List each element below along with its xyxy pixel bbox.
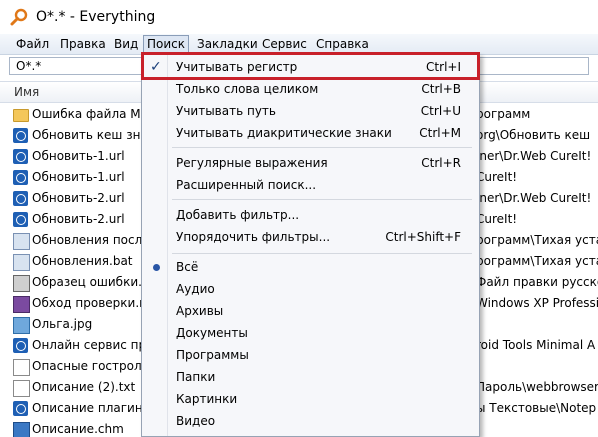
menu-item-label: Документы bbox=[176, 326, 248, 340]
url-icon bbox=[13, 170, 28, 185]
menu-separator bbox=[172, 199, 472, 200]
menu-item-label: Папки bbox=[176, 370, 216, 384]
menu-separator bbox=[172, 253, 472, 254]
menu-item-advanced-search[interactable]: Расширенный поиск... bbox=[142, 174, 479, 196]
menu-item-filter-all[interactable]: Всё bbox=[142, 256, 479, 278]
file-path: ы Текстовые\Notep bbox=[476, 401, 597, 415]
file-path: рограмм\Тихая уста bbox=[476, 254, 598, 268]
menu-tools[interactable]: Сервис bbox=[259, 36, 310, 52]
menu-item-add-filter[interactable]: Добавить фильтр... bbox=[142, 204, 479, 226]
menu-item-label: Архивы bbox=[176, 304, 224, 318]
file-name: Ольга.jpg bbox=[32, 317, 93, 331]
menu-item-filter-folders[interactable]: Папки bbox=[142, 366, 479, 388]
menu-item-filter-documents[interactable]: Документы bbox=[142, 322, 479, 344]
menu-item-label: Добавить фильтр... bbox=[176, 208, 300, 222]
url-icon bbox=[13, 191, 28, 206]
file-path: Windows XP Professi bbox=[476, 296, 598, 310]
menu-item-label: Только слова целиком bbox=[176, 82, 319, 96]
file-path: org\Обновить кеш bbox=[476, 128, 591, 142]
column-header-name[interactable]: Имя bbox=[14, 85, 39, 99]
file-name: Онлайн сервис пр bbox=[32, 338, 147, 352]
file-name: Обновить-2.url bbox=[32, 212, 125, 226]
menu-item-filter-programs[interactable]: Программы bbox=[142, 344, 479, 366]
menu-item-label: Регулярные выражения bbox=[176, 156, 328, 170]
menu-file[interactable]: Файл bbox=[13, 36, 52, 52]
menu-item-label: Программы bbox=[176, 348, 249, 362]
file-path: roid Tools Minimal A bbox=[476, 338, 596, 352]
menu-item-shortcut: Ctrl+M bbox=[419, 126, 461, 140]
menu-item-shortcut: Ctrl+U bbox=[420, 104, 461, 118]
menu-item-shortcut: Ctrl+R bbox=[421, 156, 461, 170]
file-path: рограмм\Тихая уста bbox=[476, 233, 598, 247]
menu-item-filter-video[interactable]: Видео bbox=[142, 410, 479, 432]
menu-item-regex[interactable]: Регулярные выражения Ctrl+R bbox=[142, 152, 479, 174]
file-path: iner\Dr.Web CureIt! bbox=[476, 149, 592, 163]
file-name: Обход проверки.r bbox=[32, 296, 145, 310]
menu-item-label: Расширенный поиск... bbox=[176, 178, 317, 192]
file-name: Опасные гострол bbox=[32, 359, 142, 373]
menu-item-label: Упорядочить фильтры... bbox=[176, 230, 331, 244]
title-bar: O*.* - Everything bbox=[0, 0, 598, 34]
file-name: Описание.chm bbox=[32, 422, 124, 436]
menu-help[interactable]: Справка bbox=[313, 36, 372, 52]
menu-item-match-path[interactable]: Учитывать путь Ctrl+U bbox=[142, 100, 479, 122]
menu-item-filter-audio[interactable]: Аудио bbox=[142, 278, 479, 300]
url-icon bbox=[13, 212, 28, 227]
url-icon bbox=[13, 338, 28, 353]
file-name: Обновления посл bbox=[32, 233, 143, 247]
menu-edit[interactable]: Правка bbox=[57, 36, 109, 52]
menu-item-shortcut: Ctrl+Shift+F bbox=[385, 230, 461, 244]
chm-file-icon bbox=[13, 422, 30, 437]
menu-bookmarks[interactable]: Закладки bbox=[194, 36, 261, 52]
url-icon bbox=[13, 128, 28, 143]
file-path: Файл правки русско bbox=[476, 275, 598, 289]
txt-file-icon bbox=[13, 359, 30, 376]
file-name: Описание плагино bbox=[32, 401, 151, 415]
file-path: CureIt! bbox=[476, 170, 518, 184]
menu-item-label: Всё bbox=[176, 260, 199, 274]
file-name: Описание (2).txt bbox=[32, 380, 136, 394]
folder-icon bbox=[13, 109, 29, 122]
file-name: Обновить-1.url bbox=[32, 170, 125, 184]
menu-item-label: Учитывать диакритические знаки bbox=[176, 126, 392, 140]
magnifier-icon bbox=[10, 8, 28, 26]
file-path: рограмм bbox=[476, 107, 531, 121]
window-title: O*.* - Everything bbox=[36, 9, 156, 25]
menu-item-label: Учитывать путь bbox=[176, 104, 276, 118]
file-name: Обновить-1.url bbox=[32, 149, 125, 163]
menu-item-filter-archives[interactable]: Архивы bbox=[142, 300, 479, 322]
file-path: Пароль\webbrowser bbox=[476, 380, 598, 394]
menu-item-whole-words[interactable]: Только слова целиком Ctrl+B bbox=[142, 78, 479, 100]
file-name: Ошибка файла MS bbox=[32, 107, 149, 121]
menu-separator bbox=[172, 147, 472, 148]
highlight-annotation bbox=[141, 52, 480, 80]
menu-search[interactable]: Поиск bbox=[143, 35, 190, 53]
generic-file-icon bbox=[13, 233, 30, 250]
menu-item-match-diacritics[interactable]: Учитывать диакритические знаки Ctrl+M bbox=[142, 122, 479, 144]
bat-file-icon bbox=[13, 254, 30, 271]
menu-item-label: Картинки bbox=[176, 392, 238, 406]
txt-file-icon bbox=[13, 380, 30, 397]
menu-item-filter-pictures[interactable]: Картинки bbox=[142, 388, 479, 410]
file-path: iner\Dr.Web CureIt! bbox=[476, 191, 592, 205]
rar-file-icon bbox=[13, 296, 30, 313]
radio-dot-icon bbox=[153, 264, 160, 271]
url-icon bbox=[13, 401, 28, 416]
search-dropdown-menu: ✓ Учитывать регистр Ctrl+I Только слова … bbox=[141, 53, 480, 437]
file-name: Обновить-2.url bbox=[32, 191, 125, 205]
menu-view[interactable]: Вид bbox=[111, 36, 141, 52]
menu-item-label: Аудио bbox=[176, 282, 215, 296]
url-icon bbox=[13, 149, 28, 164]
file-name: Обновления.bat bbox=[32, 254, 133, 268]
file-name: Обновить кеш зна bbox=[32, 128, 148, 142]
jpg-file-icon bbox=[13, 317, 30, 334]
bmp-file-icon bbox=[13, 275, 30, 292]
menu-item-shortcut: Ctrl+B bbox=[421, 82, 461, 96]
menu-item-label: Видео bbox=[176, 414, 216, 428]
file-path: CureIt! bbox=[476, 212, 518, 226]
menu-item-organize-filters[interactable]: Упорядочить фильтры... Ctrl+Shift+F bbox=[142, 226, 479, 248]
file-name: Образец ошибки. bbox=[32, 275, 142, 289]
